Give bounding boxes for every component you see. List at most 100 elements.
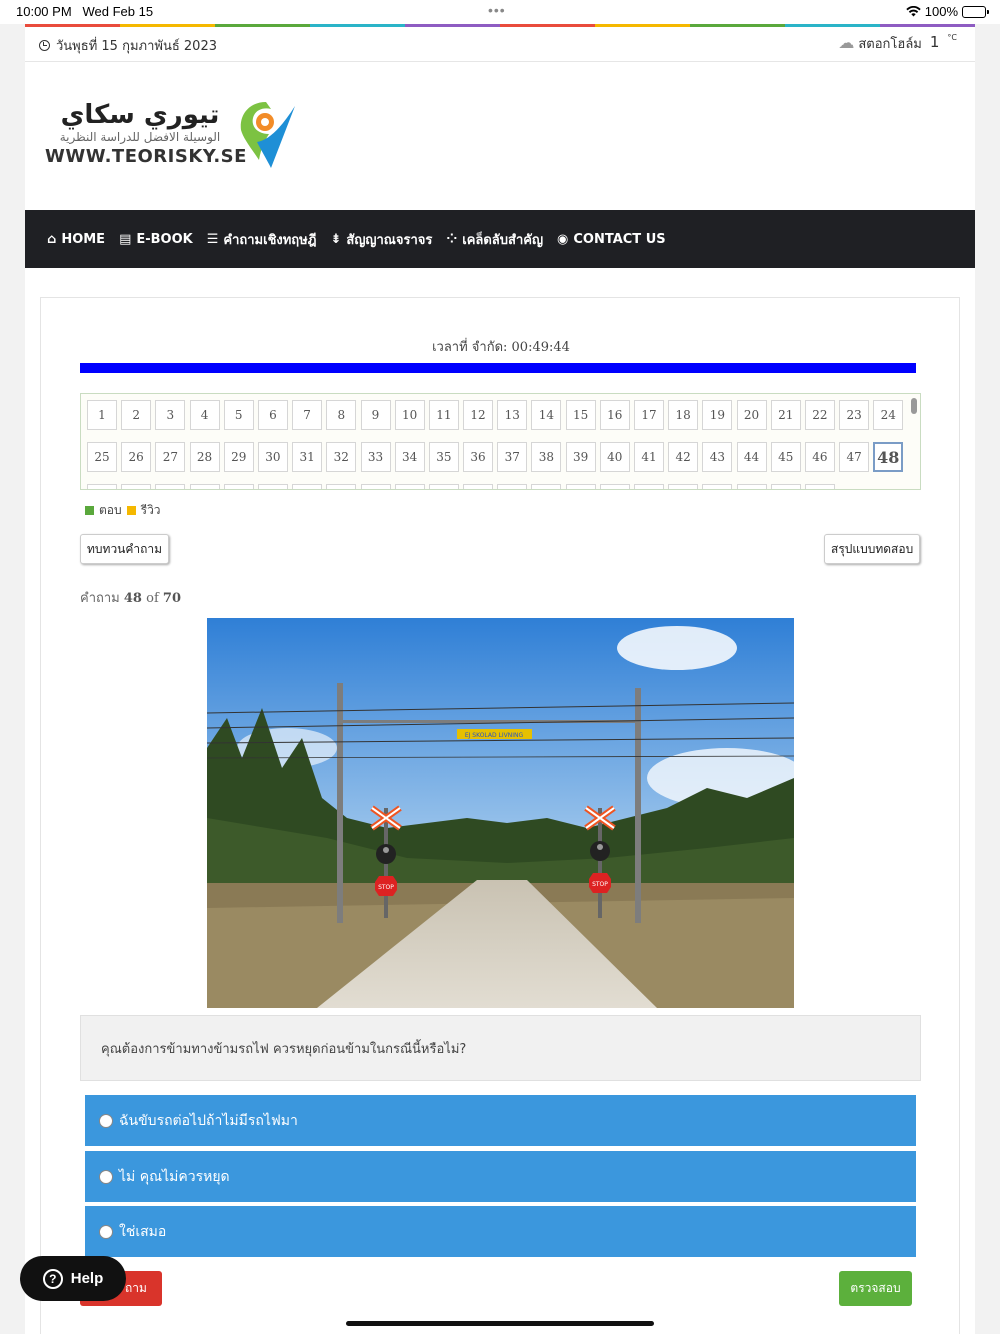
question-nav-cell[interactable]: 51: [155, 484, 186, 489]
question-nav-cell[interactable]: 3: [155, 400, 186, 430]
question-nav-cell[interactable]: 55: [292, 484, 323, 489]
nav-contact[interactable]: ◉ CONTACT US: [557, 232, 666, 247]
nav-traffic-signs[interactable]: ⇟ สัญญาณจราจร: [330, 229, 432, 250]
question-nav-cell[interactable]: 21: [770, 400, 801, 430]
site-header: تيوري سكاي الوسيلة الافضل للدراسة النظري…: [25, 62, 975, 210]
question-nav-cell[interactable]: 62: [531, 484, 562, 489]
question-nav-cell[interactable]: 36: [463, 442, 494, 472]
question-nav-cell[interactable]: 32: [326, 442, 357, 472]
quiz-summary-button[interactable]: สรุปแบบทดสอบ: [824, 534, 921, 564]
question-nav-cell[interactable]: 7: [292, 400, 323, 430]
question-nav-cell[interactable]: 17: [634, 400, 664, 430]
navigator-scrollbar[interactable]: [911, 398, 917, 414]
review-questions-button[interactable]: ทบทวนคำถาม: [80, 534, 170, 564]
question-nav-cell[interactable]: 22: [804, 400, 835, 430]
question-nav-cell[interactable]: 57: [360, 484, 391, 489]
question-nav-cell[interactable]: 53: [223, 484, 254, 489]
question-nav-cell[interactable]: 46: [804, 442, 835, 472]
question-nav-cell[interactable]: 28: [189, 442, 220, 472]
question-nav-cell[interactable]: 45: [770, 442, 801, 472]
question-nav-cell[interactable]: 30: [257, 442, 288, 472]
question-nav-cell[interactable]: 9: [360, 400, 391, 430]
question-nav-cell[interactable]: 38: [531, 442, 562, 472]
question-nav-cell[interactable]: 66: [668, 484, 699, 489]
question-nav-cell[interactable]: 40: [599, 442, 630, 472]
question-nav-cell[interactable]: 14: [531, 400, 562, 430]
home-indicator[interactable]: [346, 1321, 654, 1326]
question-nav-cell[interactable]: 12: [463, 400, 494, 430]
question-nav-cell[interactable]: 27: [155, 442, 186, 472]
multitask-dots-icon[interactable]: •••: [488, 2, 506, 18]
question-nav-cell[interactable]: 34: [394, 442, 425, 472]
nav-theory-questions[interactable]: ☰ คำถามเชิงทฤษฎี: [207, 229, 317, 250]
map-pin-logo-icon[interactable]: [237, 100, 299, 170]
home-icon: ⌂: [47, 231, 57, 247]
question-nav-cell[interactable]: 54: [257, 484, 288, 489]
question-nav-cell[interactable]: 1: [87, 400, 117, 430]
answer-option-1[interactable]: ฉันขับรถต่อไปถ้าไม่มีรถไฟมา: [85, 1095, 916, 1146]
question-nav-cell[interactable]: 59: [428, 484, 459, 489]
question-nav-cell[interactable]: 49: [87, 484, 117, 489]
question-nav-cell[interactable]: 33: [360, 442, 391, 472]
question-nav-cell[interactable]: 15: [565, 400, 596, 430]
question-nav-cell[interactable]: 6: [257, 400, 288, 430]
help-button[interactable]: ? Help: [20, 1256, 126, 1301]
question-nav-cell[interactable]: 2: [121, 400, 152, 430]
question-nav-cell[interactable]: 65: [634, 484, 664, 489]
time-progress-bar: [80, 363, 916, 373]
question-nav-cell[interactable]: 4: [189, 400, 220, 430]
question-nav-cell[interactable]: 37: [497, 442, 528, 472]
question-nav-cell[interactable]: 19: [702, 400, 733, 430]
question-nav-cell[interactable]: 39: [565, 442, 596, 472]
question-nav-cell[interactable]: 47: [839, 442, 870, 472]
nav-tips[interactable]: ⁘ เคล็ดลับสำคัญ: [446, 229, 543, 250]
question-nav-cell[interactable]: 11: [428, 400, 459, 430]
question-counter: คำถาม 48 of 70: [80, 591, 181, 606]
question-nav-cell[interactable]: 13: [497, 400, 528, 430]
question-nav-cell[interactable]: 52: [189, 484, 220, 489]
question-nav-cell[interactable]: 67: [702, 484, 733, 489]
question-navigator[interactable]: 1 2 3 4 5 6 7 8 9 10 11 12 13 14 15 16 17 18 19 20 21 22 23 24 2…: [80, 393, 921, 490]
question-nav-cell[interactable]: 50: [121, 484, 152, 489]
question-nav-cell[interactable]: 8: [326, 400, 357, 430]
question-nav-cell[interactable]: 70: [804, 484, 835, 489]
question-nav-cell[interactable]: 35: [428, 442, 459, 472]
answer-option-3[interactable]: ใช่เสมอ: [85, 1206, 916, 1257]
question-nav-cell[interactable]: 29: [223, 442, 254, 472]
legend-answered: ตอบ: [99, 503, 122, 517]
check-answer-button[interactable]: ตรวจสอบ: [839, 1271, 912, 1306]
question-nav-cell[interactable]: 68: [736, 484, 767, 489]
question-nav-cell[interactable]: 61: [497, 484, 528, 489]
question-nav-cell[interactable]: 56: [326, 484, 357, 489]
question-nav-cell[interactable]: 69: [770, 484, 801, 489]
question-nav-cell[interactable]: 5: [223, 400, 254, 430]
question-nav-cell[interactable]: 16: [599, 400, 630, 430]
answer-radio-1[interactable]: [99, 1113, 113, 1128]
question-nav-cell[interactable]: 24: [873, 400, 904, 430]
question-nav-cell[interactable]: 58: [394, 484, 425, 489]
answer-radio-2[interactable]: [99, 1169, 113, 1184]
quiz-timer: เวลาที่ จำกัด: 00:49:44: [432, 340, 570, 355]
question-nav-cell[interactable]: 18: [668, 400, 699, 430]
question-nav-cell[interactable]: 44: [736, 442, 767, 472]
question-nav-cell[interactable]: 20: [736, 400, 767, 430]
question-nav-cell[interactable]: 60: [463, 484, 494, 489]
question-nav-cell[interactable]: 31: [292, 442, 323, 472]
question-nav-cell[interactable]: 23: [839, 400, 870, 430]
question-nav-cell[interactable]: 64: [599, 484, 630, 489]
nav-ebook[interactable]: ▤ E-BOOK: [119, 232, 193, 247]
answer-radio-3[interactable]: [99, 1224, 113, 1239]
question-nav-cell[interactable]: 43: [702, 442, 733, 472]
site-logo-text[interactable]: تيوري سكاي الوسيلة الافضل للدراسة النظري…: [45, 100, 246, 167]
question-nav-cell[interactable]: 63: [565, 484, 596, 489]
question-nav-cell[interactable]: 42: [668, 442, 699, 472]
nav-home[interactable]: ⌂ HOME: [47, 232, 105, 247]
question-image: EJ SKOLAD LIVNING STOP STOP: [207, 618, 794, 1008]
question-nav-cell[interactable]: 41: [634, 442, 664, 472]
question-nav-cell[interactable]: 25: [87, 442, 117, 472]
question-nav-cell[interactable]: 26: [121, 442, 152, 472]
question-nav-cell[interactable]: 10: [394, 400, 425, 430]
page: วันพุธที่ 15 กุมภาพันธ์ 2023 ☁ สตอกโฮล์ม…: [25, 27, 975, 1334]
answer-option-2[interactable]: ไม่ คุณไม่ควรหยุด: [85, 1151, 916, 1202]
question-nav-cell[interactable]: 48: [873, 442, 904, 472]
